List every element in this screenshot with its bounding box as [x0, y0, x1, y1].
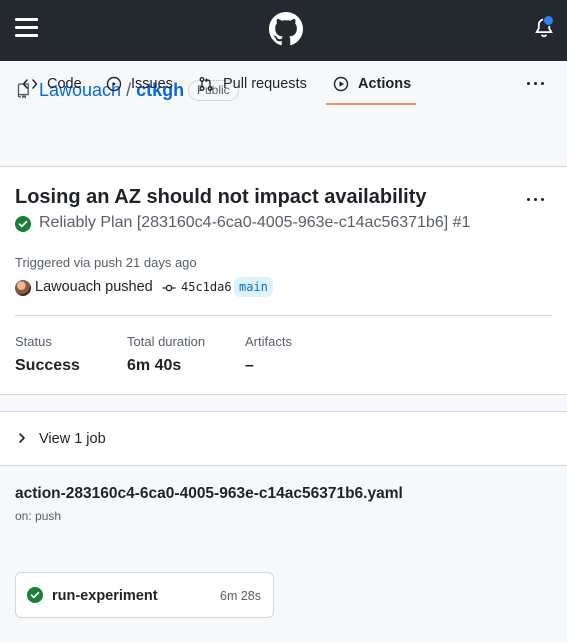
trigger-info: Triggered via push 21 days ago [15, 255, 197, 270]
artifacts-value: – [245, 357, 254, 374]
tab-pull-requests[interactable]: Pull requests [198, 61, 307, 106]
notification-dot [543, 15, 554, 26]
workflow-trigger: on: push [15, 509, 62, 523]
actor-text[interactable]: Lawouach pushed [35, 279, 153, 295]
branch-badge[interactable]: main [234, 277, 273, 297]
run-summary: Losing an AZ should not impact availabil… [0, 167, 567, 395]
github-logo-icon[interactable] [269, 12, 303, 46]
tab-actions[interactable]: Actions [333, 61, 411, 106]
tab-label: Actions [358, 75, 412, 92]
chevron-right-icon [19, 433, 25, 443]
workflow-file-name: action-283160c4-6ca0-4005-963e-c14ac5637… [15, 485, 403, 502]
job-card[interactable]: run-experiment 6m 28s [15, 572, 274, 618]
job-duration: 6m 28s [220, 589, 261, 603]
commit-sha-link[interactable]: 45c1da6 [181, 280, 232, 294]
pull-request-icon [199, 76, 213, 91]
artifacts-label: Artifacts [245, 334, 292, 349]
duration-value: 6m 40s [127, 357, 182, 374]
avatar[interactable] [15, 280, 31, 296]
tab-issues[interactable]: Issues [106, 61, 173, 106]
duration-label: Total duration [127, 334, 206, 349]
run-workflow-name: Reliably Plan [283160c4-6ca0-4005-963e-c… [39, 214, 471, 231]
run-title: Losing an AZ should not impact availabil… [15, 186, 427, 208]
tab-label: Pull requests [223, 75, 307, 92]
commit-icon [162, 284, 176, 292]
success-check-icon [27, 587, 43, 603]
active-tab-underline [326, 103, 416, 105]
status-value: Success [15, 357, 80, 374]
tab-label: Code [47, 75, 82, 92]
success-check-icon [15, 216, 31, 232]
status-label: Status [15, 334, 52, 349]
run-more-icon[interactable] [526, 191, 546, 207]
job-name: run-experiment [52, 588, 158, 604]
hamburger-icon[interactable] [15, 17, 39, 39]
code-icon [22, 78, 38, 89]
view-jobs-label: View 1 job [39, 431, 106, 447]
top-bar [0, 0, 567, 61]
play-icon [333, 76, 349, 91]
issue-icon [106, 76, 122, 91]
tab-code[interactable]: Code [22, 61, 82, 106]
divider [15, 315, 552, 316]
tab-label: Issues [131, 75, 173, 92]
more-tabs-icon[interactable] [526, 75, 546, 91]
view-jobs-toggle[interactable]: View 1 job [0, 411, 567, 466]
